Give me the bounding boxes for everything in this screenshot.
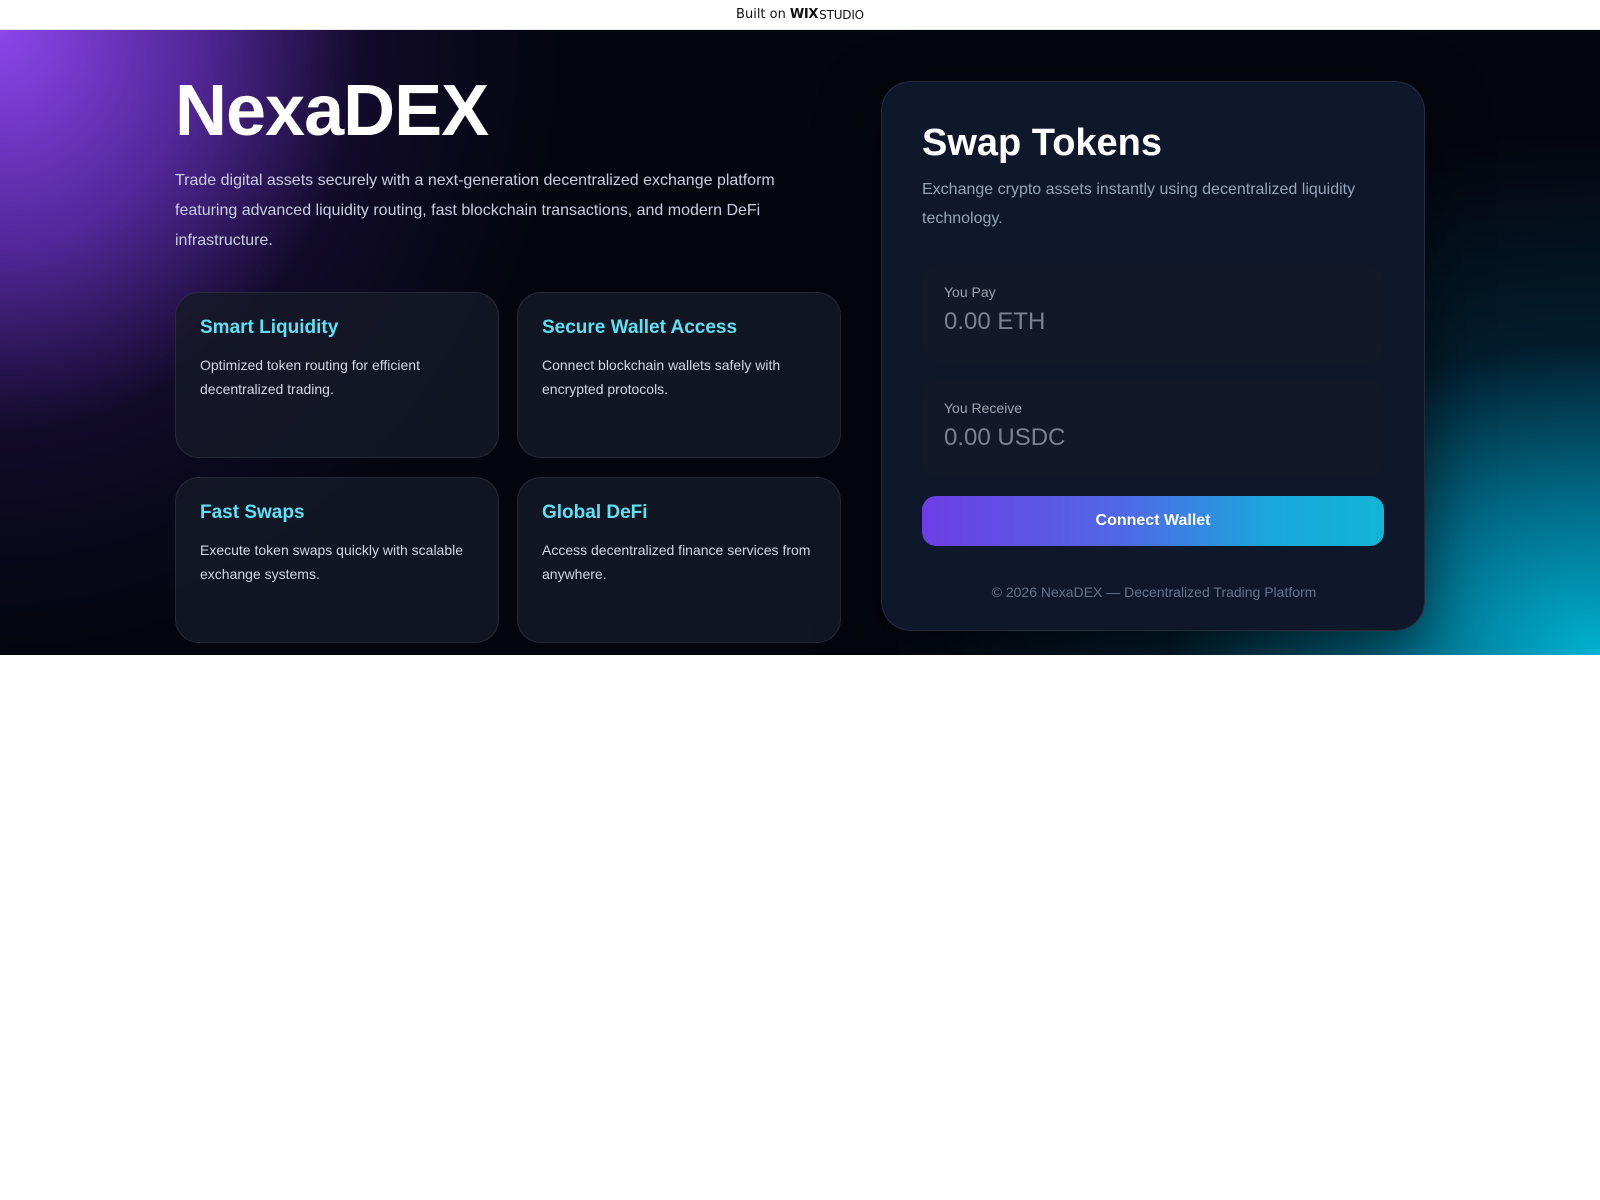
feature-title: Smart Liquidity xyxy=(200,317,339,338)
hero-description: Trade digital assets securely with a nex… xyxy=(175,172,775,249)
page-title: NexaDEX xyxy=(175,71,489,151)
hero-section: NexaDEX Trade digital assets securely wi… xyxy=(0,30,1600,655)
feature-text: Optimized token routing for efficient de… xyxy=(200,357,420,397)
feature-card-global-defi: Global DeFi Access decentralized finance… xyxy=(517,477,841,643)
swap-title: Swap Tokens xyxy=(922,122,1163,164)
copyright-footer: © 2026 NexaDEX — Decentralized Trading P… xyxy=(991,584,1317,600)
feature-card-smart-liquidity: Smart Liquidity Optimized token routing … xyxy=(175,292,499,458)
feature-title: Secure Wallet Access xyxy=(542,317,738,338)
feature-text: Connect blockchain wallets safely with e… xyxy=(542,357,781,397)
feature-text: Execute token swaps quickly with scalabl… xyxy=(200,542,464,582)
wix-studio-banner[interactable]: Built on WIX STUDIO xyxy=(0,0,1600,30)
studio-logo-text: STUDIO xyxy=(819,7,864,22)
swap-card: Swap Tokens Exchange crypto assets insta… xyxy=(881,81,1425,631)
you-receive-field: You Receive xyxy=(922,380,1384,478)
you-pay-input[interactable] xyxy=(944,308,1362,336)
swap-subtitle: Exchange crypto assets instantly using d… xyxy=(922,181,1356,227)
feature-text: Access decentralized finance services fr… xyxy=(542,542,811,582)
connect-wallet-button[interactable]: Connect Wallet xyxy=(922,496,1384,546)
feature-card-secure-wallet-access: Secure Wallet Access Connect blockchain … xyxy=(517,292,841,458)
feature-title: Global DeFi xyxy=(542,502,648,523)
feature-card-fast-swaps: Fast Swaps Execute token swaps quickly w… xyxy=(175,477,499,643)
you-receive-input[interactable] xyxy=(944,424,1362,452)
you-receive-label: You Receive xyxy=(944,400,1023,416)
banner-built-on-text: Built on xyxy=(736,7,786,22)
feature-title: Fast Swaps xyxy=(200,502,305,523)
you-pay-field: You Pay xyxy=(922,264,1384,362)
you-pay-label: You Pay xyxy=(944,284,996,300)
wix-logo: WIX xyxy=(789,7,819,22)
